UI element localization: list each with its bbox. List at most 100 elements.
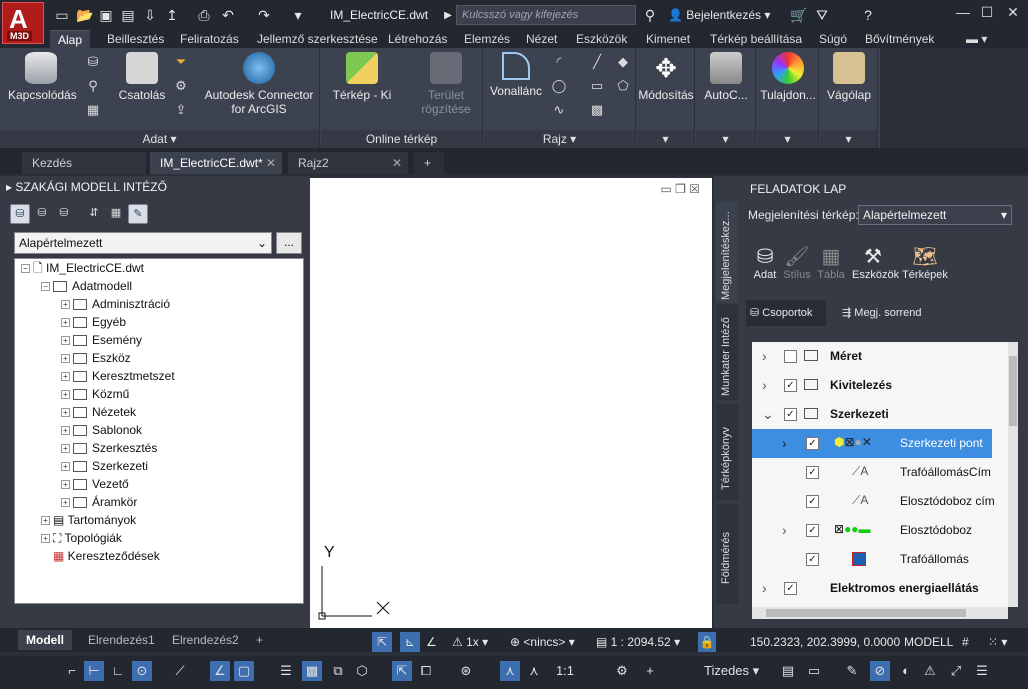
binoculars-icon[interactable]: ⚲ (642, 7, 658, 23)
tools-button[interactable]: ⚒ Eszközök (852, 244, 899, 281)
expand-icon[interactable]: + (61, 354, 70, 364)
tab-sugo[interactable]: Súgó (819, 30, 847, 48)
units-select[interactable]: Tizedes ▾ (680, 661, 776, 681)
chevron-right-icon[interactable]: › (762, 348, 767, 364)
line-icon[interactable]: ╱ (588, 54, 606, 70)
maps-button[interactable]: 🗺 Térképek (902, 244, 948, 281)
layer-row[interactable]: ⌄ ✓ Szerkezeti (752, 400, 992, 429)
layer-row[interactable]: ✓ Trafóállomás (752, 545, 992, 574)
layer-checkbox[interactable]: ✓ (784, 379, 797, 392)
style-button[interactable]: 🖌 Stílus (780, 244, 814, 281)
table-icon[interactable]: ▦ (84, 102, 102, 118)
drawing-canvas[interactable]: ▭ ❐ ☒ Y (310, 178, 712, 628)
connect-button[interactable]: Kapcsolódás (8, 52, 77, 102)
layer-scrollbar-horizontal[interactable] (752, 607, 1008, 619)
vtab-survey[interactable]: Földmérés (716, 504, 738, 604)
autocad-button[interactable]: AutoC... (698, 52, 754, 102)
tree-item[interactable]: + Vezető (61, 475, 129, 493)
model-space-button[interactable]: MODELL (904, 632, 953, 652)
capture-area-button[interactable]: Terület rögzítése (411, 52, 481, 116)
polar-icon[interactable]: ∟ (108, 661, 128, 681)
save-icon[interactable]: ▣ (98, 7, 114, 23)
data-button[interactable]: ⛁ Adat (748, 244, 782, 281)
lineweight-icon[interactable]: ☰ (276, 661, 296, 681)
tab-kimenet[interactable]: Kimenet (646, 30, 690, 48)
quick-properties-icon[interactable]: ▤ (778, 661, 798, 681)
customize-icon[interactable]: ☰ (972, 661, 992, 681)
tab-eszkozok[interactable]: Eszközök (576, 30, 627, 48)
panel-modify-dropdown[interactable]: ▾ (637, 130, 694, 148)
panel-autocad-dropdown[interactable]: ▾ (696, 130, 755, 148)
tree-intersections[interactable]: ▦ Kereszteződések (53, 547, 160, 565)
isodraft-icon[interactable]: ∠ (210, 661, 230, 681)
tree-datamodel[interactable]: − Adatmodell (41, 277, 132, 295)
web-save-icon[interactable]: ⇩ (142, 7, 158, 23)
filter-icon[interactable]: ⏷ (172, 54, 190, 70)
circle-icon[interactable]: ◯ (550, 78, 568, 94)
hardware-accel-icon[interactable]: ⊘ (870, 661, 890, 681)
expand-icon[interactable]: + (61, 372, 70, 382)
polyline-button[interactable]: Vonallánc (486, 52, 546, 98)
tree-item[interactable]: + Közmű (61, 385, 129, 403)
tab-terkep-beallitasa[interactable]: Térkép beállítása (710, 30, 802, 48)
db-small-icon[interactable]: ⛁ (84, 54, 102, 70)
maximize-button[interactable]: ☐ (976, 4, 998, 26)
close-button[interactable]: ✕ (1002, 4, 1024, 26)
groups-button[interactable]: ⛁ Csoportok (746, 300, 826, 326)
chevron-right-icon[interactable]: › (762, 377, 767, 393)
undo-icon[interactable]: ↶ (220, 7, 236, 23)
chevron-down-icon[interactable]: ⌄ (762, 406, 774, 423)
chevron-right-icon[interactable]: › (782, 522, 787, 538)
layer-checkbox[interactable]: ✓ (806, 437, 819, 450)
plus-icon[interactable]: + (640, 661, 660, 681)
close-tab-icon[interactable]: ✕ (266, 152, 276, 174)
fullscreen-icon[interactable]: ⤢ (946, 661, 966, 681)
expand-icon[interactable]: + (41, 516, 50, 526)
tab-bovitmenyek[interactable]: Bővítmények (865, 30, 934, 48)
tree-item[interactable]: + Eszköz (61, 349, 131, 367)
tab-layout1[interactable]: Elrendezés1 (80, 630, 163, 650)
cart-icon[interactable]: 🛒 (790, 7, 807, 23)
more-button[interactable]: ... (276, 232, 302, 254)
login-button[interactable]: 👤 Bejelentkezés ▾ (668, 8, 770, 22)
doc-tab-rajz2[interactable]: Rajz2 ✕ (288, 152, 408, 174)
map-off-button[interactable]: Térkép - Ki (327, 52, 397, 102)
object-snap-icon[interactable]: ⟋ (170, 661, 190, 681)
layer-row[interactable]: ✓ ⟋A TrafóállomásCím (752, 458, 992, 487)
tree-item[interactable]: + Nézetek (61, 403, 136, 421)
annotation-scale[interactable]: ⚠ 1x ▾ (452, 632, 488, 652)
object-snap-3d-icon[interactable]: ▢ (234, 661, 254, 681)
panel-draw-title[interactable]: Rajz ▾ (484, 130, 635, 148)
display-map-select[interactable]: Alapértelmezett ▾ (858, 205, 1012, 225)
print-icon[interactable]: ⎙ (196, 7, 212, 23)
open-icon[interactable]: 📂 (76, 7, 93, 23)
coordinate-system[interactable]: ⊕ <nincs> ▾ (510, 632, 575, 652)
selection-filter-icon[interactable]: ⧠ (416, 661, 436, 681)
expand-icon[interactable]: + (61, 480, 70, 490)
vtab-map-explorer[interactable]: Munkater Intéző (716, 304, 738, 400)
tree-topologies[interactable]: + ⛶ Topológiák (41, 529, 122, 547)
share-icon[interactable]: ↥ (164, 7, 180, 23)
expand-icon[interactable]: + (61, 390, 70, 400)
tree-root[interactable]: − 🗋 IM_ElectricCE.dwt (21, 259, 144, 277)
search-expand-icon[interactable]: ▶ (440, 8, 456, 24)
3d-snap-icon[interactable]: ⬡ (352, 661, 372, 681)
grid-icon[interactable]: # (962, 632, 969, 652)
toolbar-icon-3[interactable]: ⛁ (54, 204, 74, 224)
layer-checkbox[interactable]: ✓ (806, 553, 819, 566)
tree-item[interactable]: + Sablonok (61, 421, 142, 439)
export-icon[interactable]: ⇪ (172, 102, 190, 118)
workspace-icon[interactable]: ⚙ (612, 661, 632, 681)
tree-item[interactable]: + Szerkesztés (61, 439, 157, 457)
warning-icon[interactable]: ⚠ (920, 661, 940, 681)
layer-checkbox[interactable]: ✓ (806, 466, 819, 479)
expand-icon[interactable]: + (61, 498, 70, 508)
clipboard-button[interactable]: Vágólap (822, 52, 876, 102)
selection-cycling-icon[interactable]: ⧉ (328, 661, 348, 681)
layer-row[interactable]: › ✓ Elektromos energiaellátás (752, 574, 992, 603)
rectangle-icon[interactable]: ▭ (588, 78, 606, 94)
tab-elemzes[interactable]: Elemzés (464, 30, 510, 48)
layer-row[interactable]: › Méret (752, 342, 992, 371)
tree-item[interactable]: + Esemény (61, 331, 142, 349)
scroll-thumb[interactable] (766, 609, 966, 617)
